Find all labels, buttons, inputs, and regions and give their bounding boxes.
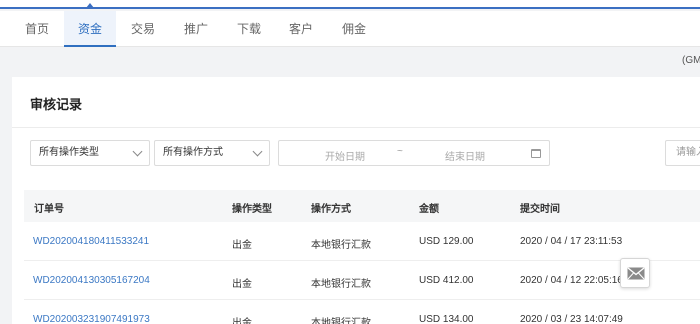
date-range-picker[interactable]: 开始日期 ~ 结束日期 — [278, 140, 550, 166]
timezone-label: (GM — [682, 55, 700, 66]
submit-time-cell: 2020 / 03 / 23 14:07:49 — [520, 314, 623, 324]
start-date-input[interactable]: 开始日期 — [325, 148, 365, 163]
order-number-link[interactable]: WD202004130305167204 — [33, 275, 150, 286]
col-amount: 金额 — [419, 204, 439, 215]
operation-method-value: 所有操作方式 — [163, 147, 223, 158]
calendar-icon[interactable] — [531, 149, 541, 158]
page-title: 审核记录 — [30, 97, 83, 112]
amount-cell: USD 129.00 — [419, 236, 474, 247]
operation-type-cell: 出金 — [232, 318, 252, 324]
top-accent-bar — [0, 0, 700, 9]
nav-item-download[interactable]: 下载 — [224, 11, 274, 47]
table-row: WD202004180411533241 出金 本地银行汇款 USD 129.0… — [24, 222, 700, 261]
nav-item-clients[interactable]: 客户 — [276, 11, 326, 47]
col-order-number: 订单号 — [34, 204, 64, 215]
nav-item-home[interactable]: 首页 — [12, 11, 62, 47]
order-number-link[interactable]: WD202003231907491973 — [33, 314, 150, 324]
nav-item-trade[interactable]: 交易 — [118, 11, 168, 47]
operation-type-value: 所有操作类型 — [39, 147, 99, 158]
operation-type-cell: 出金 — [232, 279, 252, 290]
operation-type-cell: 出金 — [232, 240, 252, 251]
search-input[interactable]: 请输入 — [665, 140, 700, 166]
envelope-icon — [627, 267, 645, 280]
audit-records-panel: 审核记录 所有操作类型 所有操作方式 开始日期 ~ 结束日期 请输入 订单号 操… — [12, 77, 700, 324]
nav-item-promote[interactable]: 推广 — [171, 11, 221, 47]
chevron-down-icon — [252, 146, 263, 157]
table-row: WD202003231907491973 出金 本地银行汇款 USD 134.0… — [24, 300, 700, 324]
amount-cell: USD 134.00 — [419, 314, 474, 324]
table-header: 订单号 操作类型 操作方式 金额 提交时间 — [24, 190, 700, 222]
date-separator: ~ — [397, 146, 403, 157]
amount-cell: USD 412.00 — [419, 275, 474, 286]
operation-method-select[interactable]: 所有操作方式 — [154, 140, 270, 166]
nav-item-funds[interactable]: 资金 — [64, 11, 116, 47]
order-number-link[interactable]: WD202004180411533241 — [33, 236, 149, 247]
message-button[interactable] — [620, 258, 650, 288]
divider — [12, 127, 700, 128]
col-operation-type: 操作类型 — [232, 204, 272, 215]
submit-time-cell: 2020 / 04 / 17 23:11:53 — [520, 236, 623, 247]
nav-item-commission[interactable]: 佣金 — [329, 11, 379, 47]
timezone-bar: (GM — [0, 48, 700, 76]
left-gutter — [0, 76, 12, 324]
active-nav-caret-icon — [86, 3, 94, 8]
operation-method-cell: 本地银行汇款 — [311, 240, 371, 251]
chevron-down-icon — [132, 146, 143, 157]
table-row: WD202004130305167204 出金 本地银行汇款 USD 412.0… — [24, 261, 700, 300]
submit-time-cell: 2020 / 04 / 12 22:05:16 — [520, 275, 623, 286]
operation-method-cell: 本地银行汇款 — [311, 279, 371, 290]
operation-method-cell: 本地银行汇款 — [311, 318, 371, 324]
col-submit-time: 提交时间 — [520, 204, 560, 215]
col-operation-method: 操作方式 — [311, 204, 351, 215]
operation-type-select[interactable]: 所有操作类型 — [30, 140, 150, 166]
main-nav: 首页 资金 交易 推广 下载 客户 佣金 — [0, 11, 700, 47]
end-date-input[interactable]: 结束日期 — [445, 148, 485, 163]
